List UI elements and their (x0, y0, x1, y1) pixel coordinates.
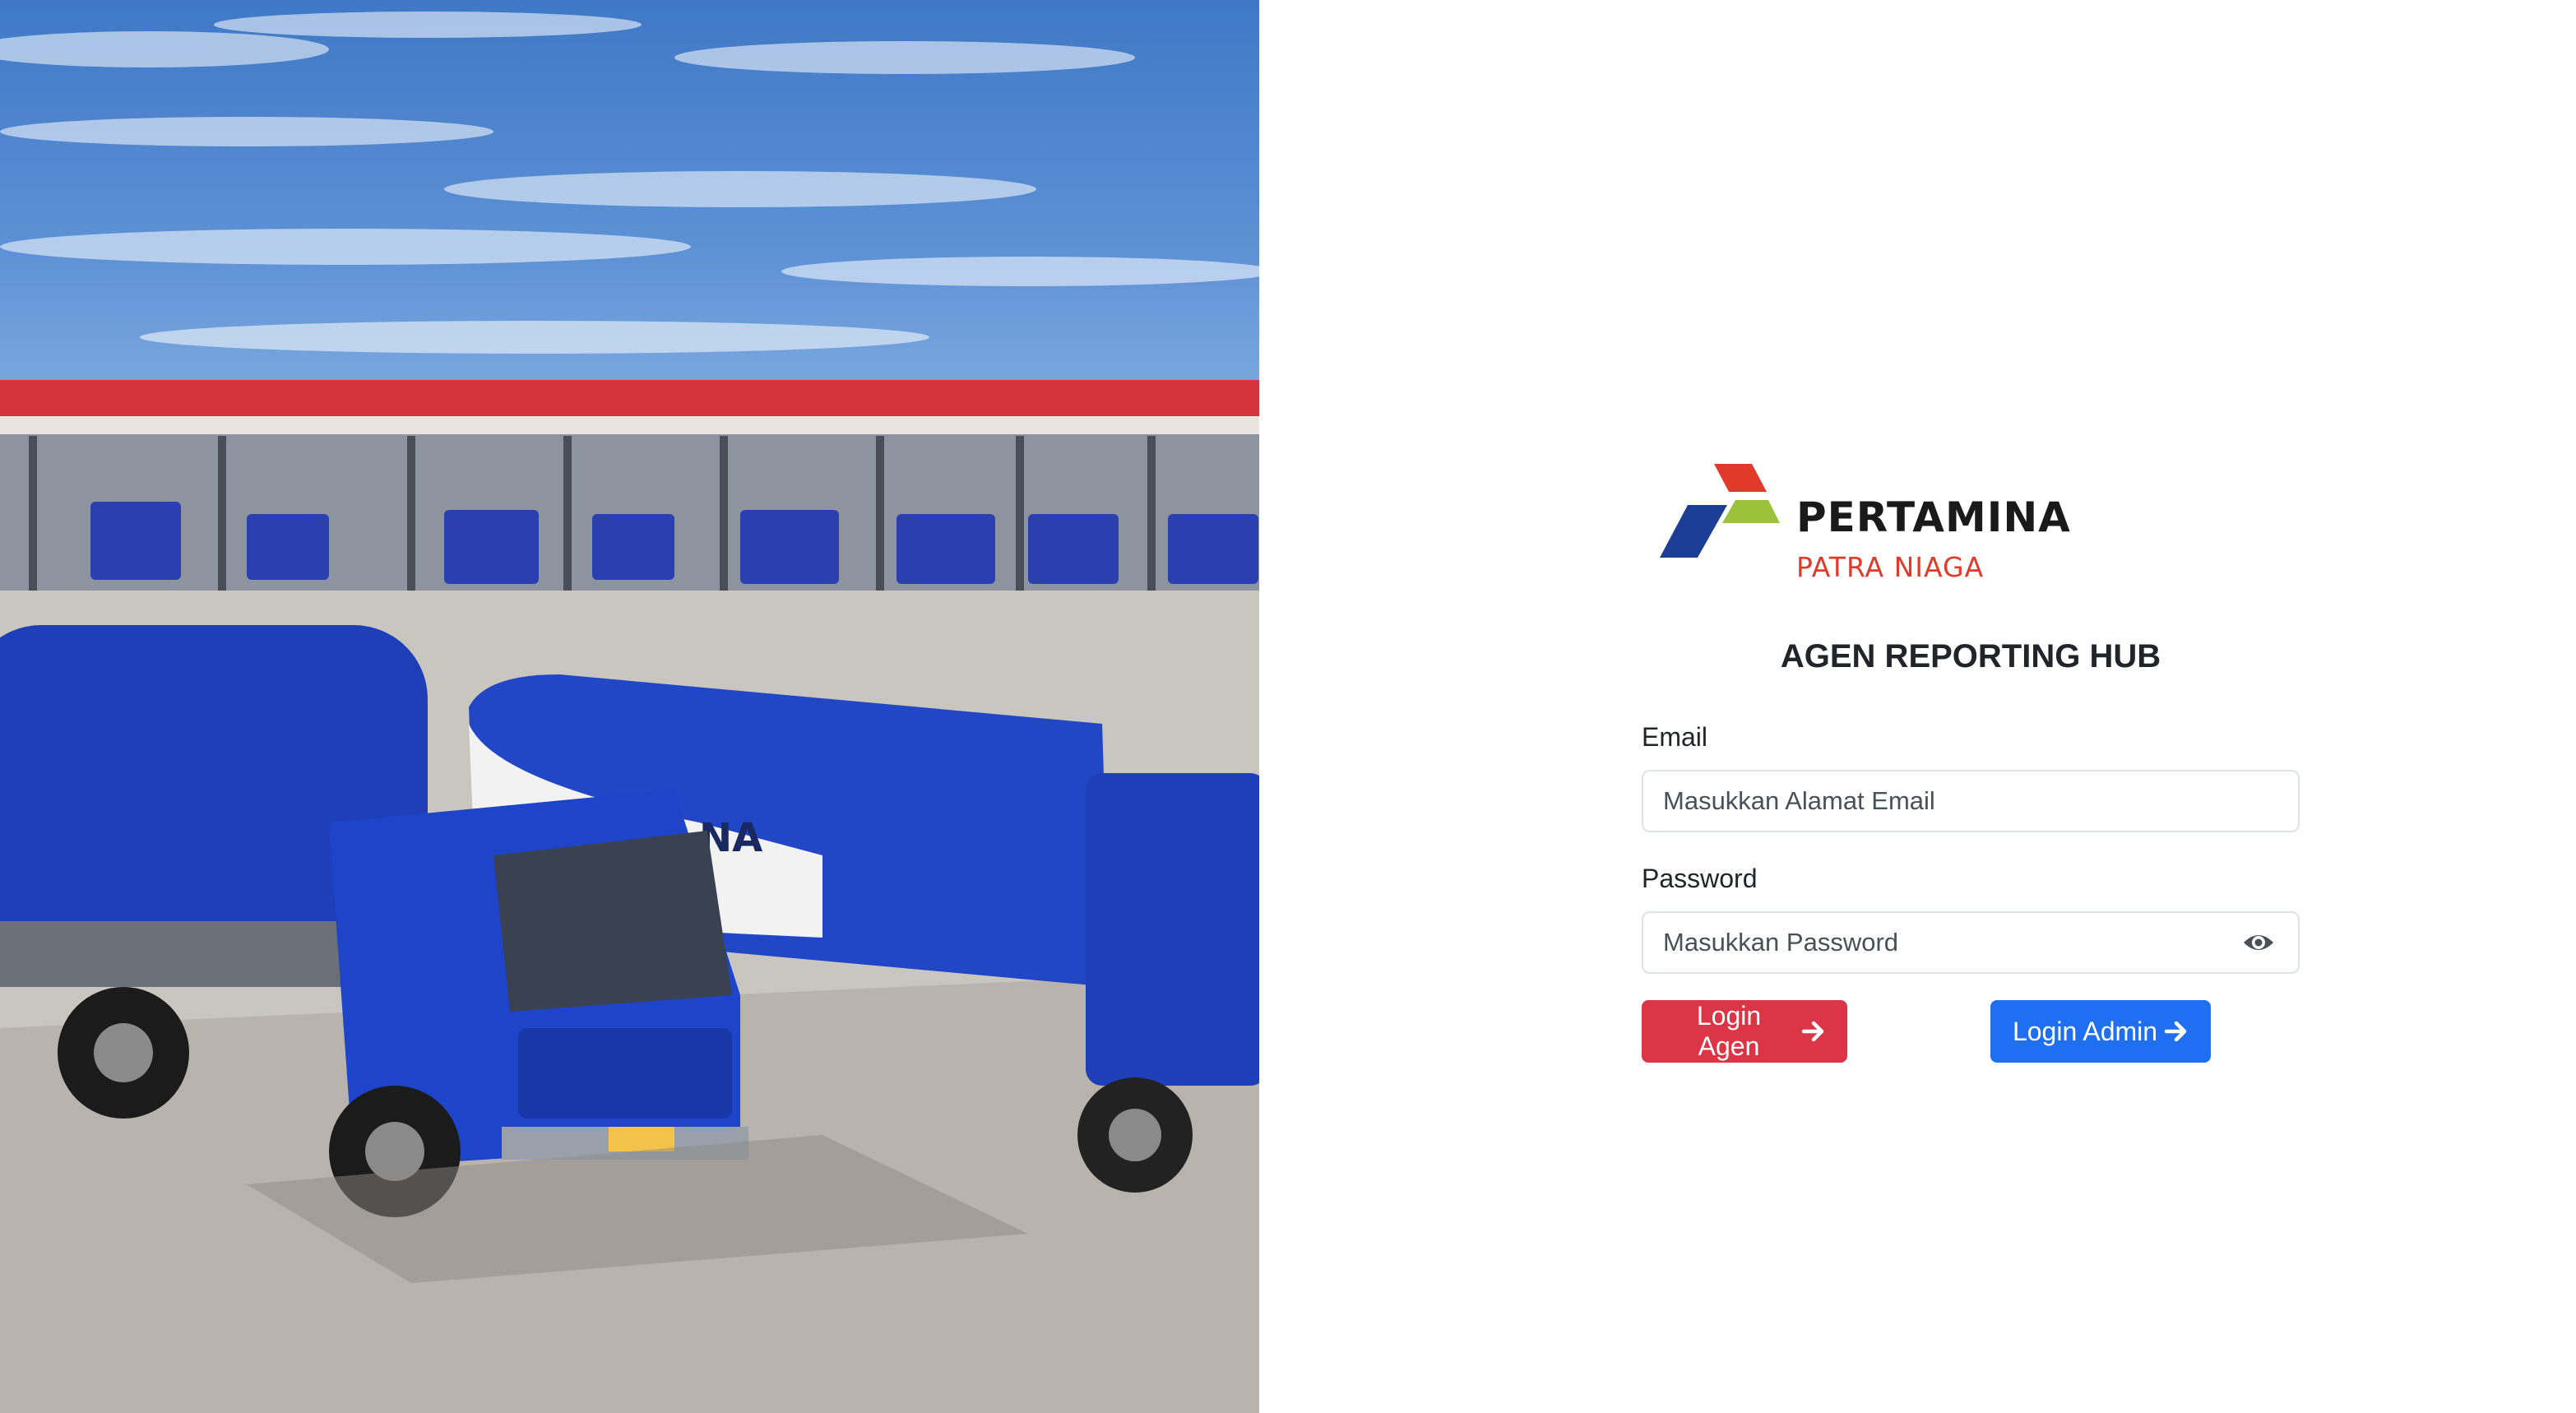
login-agen-button[interactable]: Login Agen (1642, 1000, 1847, 1063)
email-label: Email (1642, 722, 1708, 752)
arrow-right-icon (1801, 1021, 1824, 1042)
fuel-tanker-photo: NA (0, 12, 1259, 1413)
arrow-right-icon (2164, 1021, 2187, 1042)
password-field[interactable] (1642, 911, 2300, 974)
pertamina-logo-icon (1660, 464, 1780, 558)
login-admin-button[interactable]: Login Admin (1990, 1000, 2211, 1063)
login-panel (1259, 0, 2576, 1413)
eye-icon[interactable] (2242, 929, 2275, 956)
brand-logo: PERTAMINA PATRA NIAGA (1652, 459, 2070, 591)
page-title: AGEN REPORTING HUB (1780, 638, 2161, 674)
email-field[interactable] (1642, 770, 2300, 832)
hero-image: NA (0, 0, 1259, 1413)
password-label: Password (1642, 864, 1758, 893)
brand-subname: PATRA NIAGA (1796, 551, 1985, 583)
login-agen-label: Login Agen (1696, 1001, 1762, 1061)
brand-name: PERTAMINA (1796, 493, 2071, 541)
login-admin-label: Login Admin (2012, 1016, 2158, 1046)
